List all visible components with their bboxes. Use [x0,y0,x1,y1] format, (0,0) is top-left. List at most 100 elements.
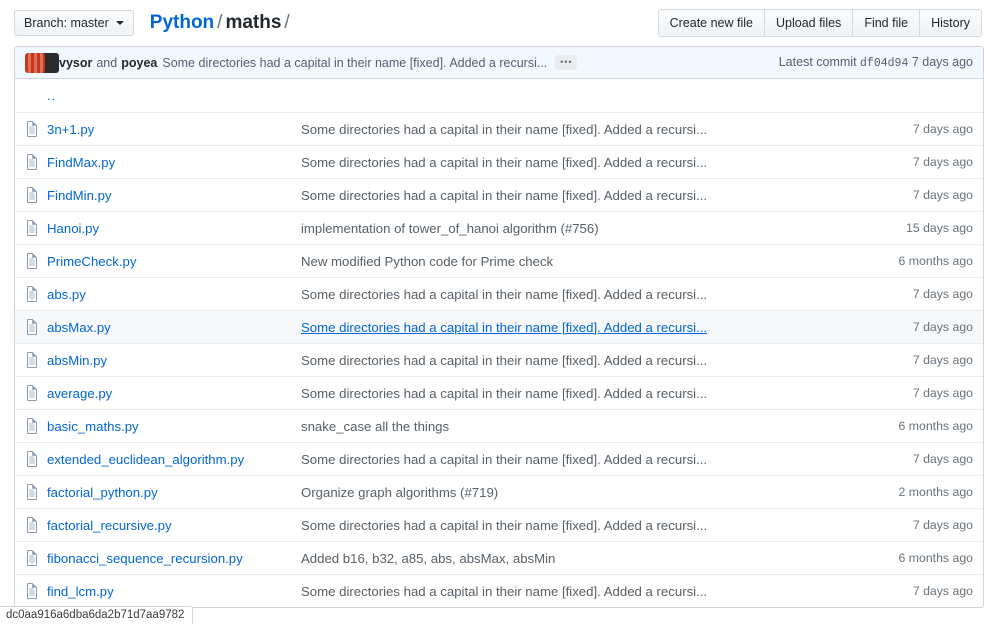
file-commit-age: 15 days ago [906,221,973,235]
latest-commit-age: 7 days ago [912,55,973,69]
browser-status-bar: dc0aa916a6dba6da2b71d7aa9782 [0,606,193,624]
commit-author-2[interactable]: poyea [121,56,157,70]
file-icon [25,154,47,170]
file-commit-age: 6 months ago [898,419,973,433]
file-icon [25,253,47,269]
file-icon [25,286,47,302]
table-row[interactable]: PrimeCheck.py New modified Python code fo… [15,244,983,277]
latest-commit-message[interactable]: Some directories had a capital in their … [162,56,547,70]
file-commit-message-link[interactable]: snake_case all the things [301,419,449,434]
commit-author-1[interactable]: vysor [59,56,92,70]
file-commit-message-link[interactable]: Some directories had a capital in their … [301,122,707,137]
file-name-link[interactable]: basic_maths.py [47,419,139,434]
file-name-link[interactable]: FindMin.py [47,188,112,203]
table-row[interactable]: factorial_recursive.py Some directories h… [15,508,983,541]
file-name-link[interactable]: find_lcm.py [47,584,114,599]
breadcrumb-separator-1: / [214,12,225,33]
file-commit-message-link[interactable]: Added b16, b32, a85, abs, absMax, absMin [301,551,555,566]
file-icon [25,352,47,368]
file-name-link[interactable]: average.py [47,386,112,401]
breadcrumb-repo-link[interactable]: Python [150,12,214,33]
file-commit-age: 7 days ago [913,287,973,301]
latest-commit-label: Latest commit [779,55,857,69]
parent-directory-row[interactable]: .. [15,79,983,112]
table-row[interactable]: 3n+1.py Some directories had a capital in… [15,112,983,145]
repo-toolbar: Branch: master Python/maths/ Create new … [0,0,998,46]
file-icon [25,187,47,203]
file-commit-message-link[interactable]: Some directories had a capital in their … [301,452,707,467]
file-commit-message-link[interactable]: Some directories had a capital in their … [301,188,707,203]
file-icon [25,517,47,533]
breadcrumb-separator-2: / [281,12,292,33]
file-commit-message-link[interactable]: Some directories had a capital in their … [301,386,707,401]
file-name-link[interactable]: Hanoi.py [47,221,99,236]
table-row[interactable]: absMin.py Some directories had a capital … [15,343,983,376]
breadcrumb-dir-maths: maths [225,12,281,33]
file-icon [25,319,47,335]
file-icon [25,121,47,137]
file-commit-message-link[interactable]: implementation of tower_of_hanoi algorit… [301,221,599,236]
branch-selector-label: Branch: master [24,16,109,30]
file-commit-age: 6 months ago [898,254,973,268]
file-commit-age: 7 days ago [913,452,973,466]
file-commit-age: 7 days ago [913,320,973,334]
table-row[interactable]: FindMin.py Some directories had a capital… [15,178,983,211]
file-icon [25,550,47,566]
file-name-link[interactable]: FindMax.py [47,155,115,170]
expand-commit-message-button[interactable]: ••• [555,55,577,70]
latest-commit-info: Latest commit df04d94 7 days ago [779,55,973,70]
commit-sha-link[interactable]: df04d94 [860,57,908,70]
find-file-button[interactable]: Find file [853,9,920,37]
repo-action-buttons: Create new file Upload files Find file H… [658,9,982,37]
file-name-link[interactable]: factorial_python.py [47,485,158,500]
file-name-link[interactable]: fibonacci_sequence_recursion.py [47,551,243,566]
table-row[interactable]: basic_maths.py snake_case all the things 6… [15,409,983,442]
table-row[interactable]: abs.py Some directories had a capital in … [15,277,983,310]
file-icon [25,385,47,401]
github-file-browser: Branch: master Python/maths/ Create new … [0,0,998,624]
table-row[interactable]: FindMax.py Some directories had a capital… [15,145,983,178]
history-button[interactable]: History [920,9,982,37]
parent-directory-link[interactable]: .. [47,88,56,103]
table-row[interactable]: extended_euclidean_algorithm.py Some dire… [15,442,983,475]
file-commit-message-link[interactable]: Some directories had a capital in their … [301,320,707,335]
file-icon [25,418,47,434]
commit-author-conjunction: and [92,56,121,70]
file-commit-age: 2 months ago [898,485,973,499]
file-commit-age: 7 days ago [913,155,973,169]
file-name-link[interactable]: factorial_recursive.py [47,518,172,533]
file-commit-age: 6 months ago [898,551,973,565]
table-row[interactable]: Hanoi.py implementation of tower_of_hanoi… [15,211,983,244]
branch-selector-button[interactable]: Branch: master [14,10,134,36]
file-name-link[interactable]: 3n+1.py [47,122,94,137]
upload-files-button[interactable]: Upload files [765,9,853,37]
avatar-vysor[interactable] [25,53,45,73]
file-name-link[interactable]: abs.py [47,287,86,302]
file-commit-message-link[interactable]: Some directories had a capital in their … [301,287,707,302]
file-commit-message-link[interactable]: Some directories had a capital in their … [301,353,707,368]
table-row[interactable]: factorial_python.py Organize graph algori… [15,475,983,508]
file-icon [25,220,47,236]
file-name-link[interactable]: absMin.py [47,353,107,368]
file-commit-age: 7 days ago [913,122,973,136]
file-commit-age: 7 days ago [913,386,973,400]
file-commit-message-link[interactable]: Some directories had a capital in their … [301,584,707,599]
file-commit-message-link[interactable]: Some directories had a capital in their … [301,518,707,533]
file-icon [25,484,47,500]
file-name-link[interactable]: extended_euclidean_algorithm.py [47,452,244,467]
file-name-link[interactable]: PrimeCheck.py [47,254,136,269]
table-row[interactable]: fibonacci_sequence_recursion.py Added b16… [15,541,983,574]
table-row[interactable]: absMax.py Some directories had a capital … [15,310,983,343]
avatar-group [25,53,59,73]
file-commit-message-link[interactable]: Organize graph algorithms (#719) [301,485,498,500]
latest-commit-bar: vysor and poyea Some directories had a c… [15,47,983,79]
create-new-file-button[interactable]: Create new file [658,9,765,37]
table-row[interactable]: find_lcm.py Some directories had a capita… [15,574,983,607]
file-icon [25,451,47,467]
file-commit-message-link[interactable]: Some directories had a capital in their … [301,155,707,170]
file-name-link[interactable]: absMax.py [47,320,111,335]
file-commit-age: 7 days ago [913,188,973,202]
table-row[interactable]: average.py Some directories had a capital… [15,376,983,409]
chevron-down-icon [116,21,124,25]
file-commit-message-link[interactable]: New modified Python code for Prime check [301,254,553,269]
